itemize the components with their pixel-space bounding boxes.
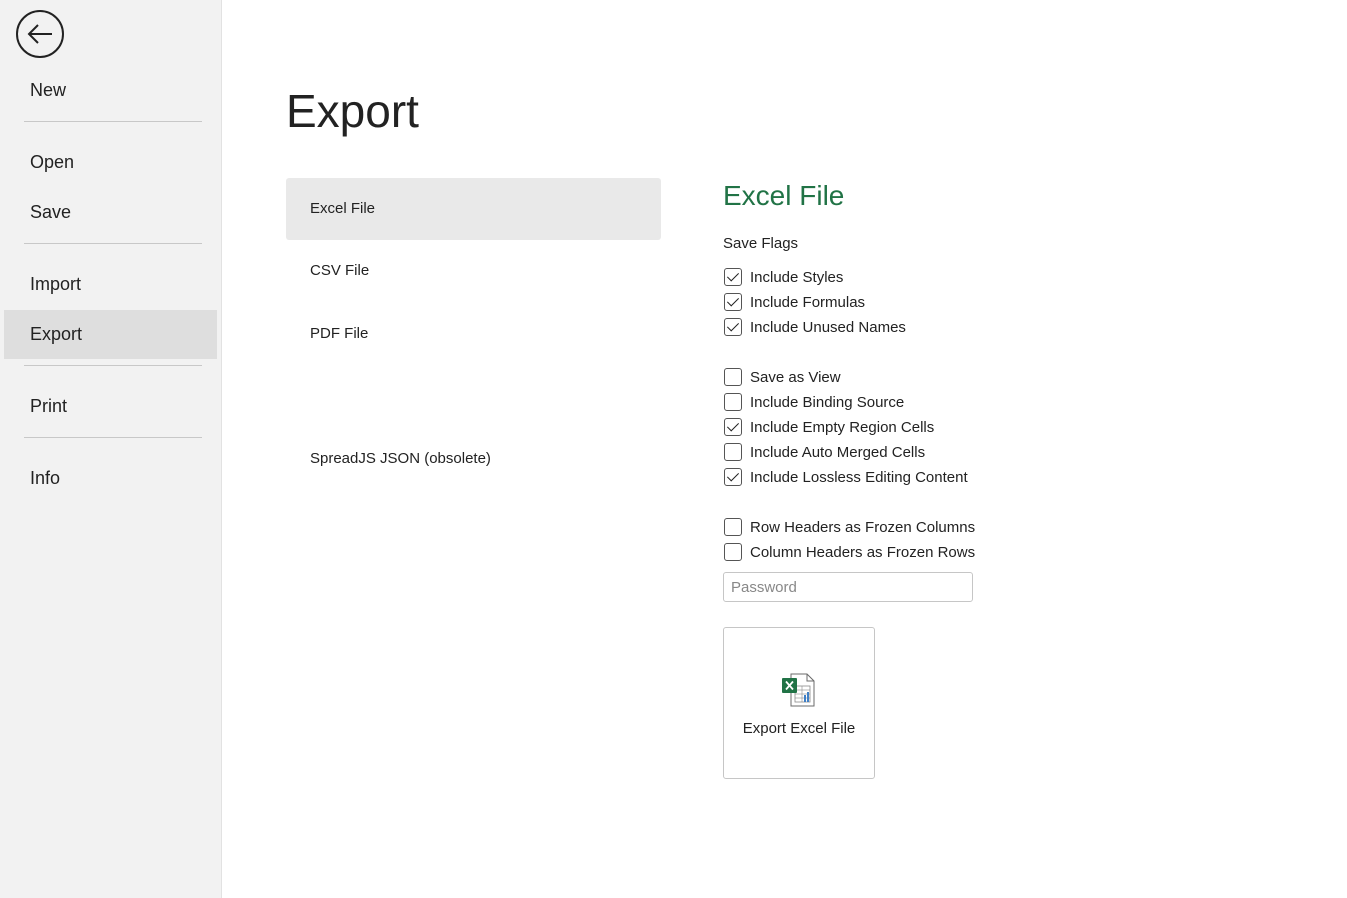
option-save-as-view[interactable]: Save as View [724,367,841,387]
save-flags-label: Save Flags [723,235,799,252]
option-include-lossless-editing-content[interactable]: Include Lossless Editing Content [724,467,968,487]
nav-item-import[interactable]: Import [4,260,217,309]
checkbox[interactable] [724,543,742,561]
checkbox-label: Include Empty Region Cells [750,418,935,436]
checkbox-label: Include Formulas [750,293,866,311]
nav-item-print[interactable]: Print [4,382,217,431]
checkbox-label: Include Styles [750,268,844,286]
export-button-label: Export Excel File [742,720,856,737]
nav-item-info[interactable]: Info [4,454,217,503]
export-excel-file-button[interactable]: Export Excel File [723,627,875,779]
checkbox-label: Include Lossless Editing Content [750,468,968,486]
option-row-headers-as-frozen-columns[interactable]: Row Headers as Frozen Columns [724,517,975,537]
checkbox-label: Save as View [750,368,841,386]
option-include-empty-region-cells[interactable]: Include Empty Region Cells [724,417,934,437]
checkbox-label: Row Headers as Frozen Columns [750,518,976,536]
nav-separator [24,121,202,122]
arrow-left-icon [27,24,52,44]
option-include-styles[interactable]: Include Styles [724,267,843,287]
option-include-unused-names[interactable]: Include Unused Names [724,317,906,337]
export-type-excel[interactable]: Excel File [286,178,661,240]
checkbox[interactable] [724,368,742,386]
option-include-formulas[interactable]: Include Formulas [724,292,865,312]
nav-item-open[interactable]: Open [4,138,217,187]
checkbox-label: Include Binding Source [750,393,905,411]
checkbox-label: Column Headers as Frozen Rows [750,543,976,561]
checkbox[interactable] [724,468,742,486]
checkbox[interactable] [724,393,742,411]
checkbox[interactable] [724,268,742,286]
backstage-sidebar: New Open Save Import Export Print Info [0,0,222,898]
checkbox[interactable] [724,443,742,461]
nav-separator [24,437,202,438]
export-type-csv[interactable]: CSV File [286,240,661,302]
export-type-spreadjs-json[interactable]: SpreadJS JSON (obsolete) [286,428,661,490]
option-column-headers-as-frozen-rows[interactable]: Column Headers as Frozen Rows [724,542,975,562]
nav-separator [24,365,202,366]
section-title: Excel File [723,180,845,211]
nav-item-new[interactable]: New [4,66,217,115]
checkbox-label: Include Auto Merged Cells [750,443,926,461]
checkbox[interactable] [724,518,742,536]
password-input[interactable] [723,572,973,602]
option-include-binding-source[interactable]: Include Binding Source [724,392,904,412]
excel-file-icon [782,673,815,707]
checkbox[interactable] [724,418,742,436]
nav-item-save[interactable]: Save [4,188,217,237]
option-include-auto-merged-cells[interactable]: Include Auto Merged Cells [724,442,925,462]
back-button[interactable] [16,10,64,58]
nav-separator [24,243,202,244]
checkbox[interactable] [724,318,742,336]
checkbox-label: Include Unused Names [750,318,906,336]
checkbox[interactable] [724,293,742,311]
nav-item-export[interactable]: Export [4,310,217,359]
export-type-pdf[interactable]: PDF File [286,303,661,365]
page-title: Export [286,85,419,137]
